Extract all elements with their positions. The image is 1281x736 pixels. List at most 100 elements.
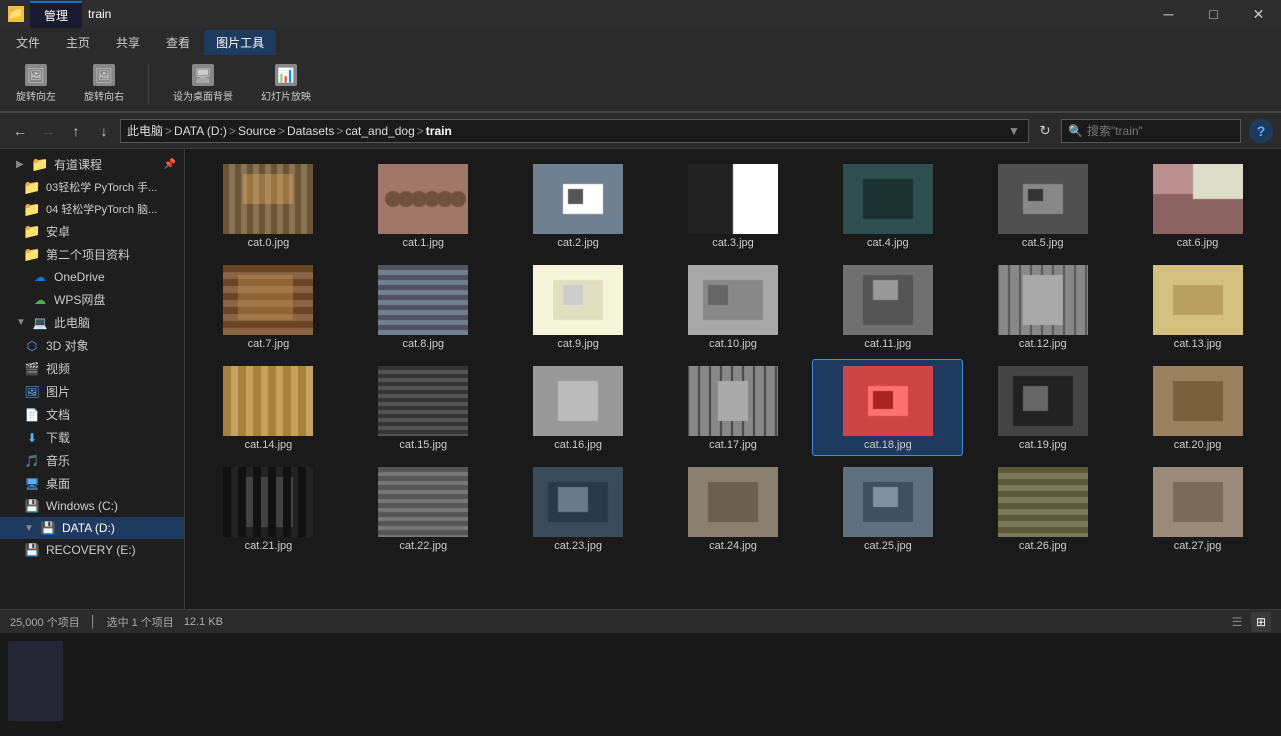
file-name-7: cat.7.jpg bbox=[198, 338, 339, 350]
file-item-1[interactable]: cat.1.jpg bbox=[348, 157, 499, 254]
file-item-6[interactable]: cat.6.jpg bbox=[1122, 157, 1273, 254]
file-thumb-16 bbox=[533, 366, 623, 436]
file-name-13: cat.13.jpg bbox=[1127, 338, 1268, 350]
file-item-26[interactable]: cat.26.jpg bbox=[967, 460, 1118, 557]
docs-icon: 📄 bbox=[24, 407, 40, 423]
file-thumb-6 bbox=[1153, 164, 1243, 234]
sidebar-item-android[interactable]: 📁 安卓 bbox=[0, 220, 184, 243]
title-bar: 📁 管理 train ─ □ ✕ bbox=[0, 0, 1281, 28]
sidebar-item-drive-c[interactable]: 💾 Windows (C:) bbox=[0, 495, 184, 517]
file-item-21[interactable]: cat.21.jpg bbox=[193, 460, 344, 557]
status-size: 12.1 KB bbox=[184, 616, 223, 628]
file-item-18[interactable]: cat.18.jpg bbox=[812, 359, 963, 456]
folder-icon: 📁 bbox=[32, 157, 48, 173]
file-item-7[interactable]: cat.7.jpg bbox=[193, 258, 344, 355]
file-item-11[interactable]: cat.11.jpg bbox=[812, 258, 963, 355]
file-name-3: cat.3.jpg bbox=[663, 237, 804, 249]
file-thumb-24 bbox=[688, 467, 778, 537]
file-item-10[interactable]: cat.10.jpg bbox=[658, 258, 809, 355]
file-thumb-7 bbox=[223, 265, 313, 335]
sidebar-item-3d[interactable]: ⬡ 3D 对象 bbox=[0, 334, 184, 357]
sidebar-item-thispc[interactable]: ▼ 💻 此电脑 bbox=[0, 311, 184, 334]
address-bar[interactable]: 此电脑 > DATA (D:) > Source > Datasets > ca… bbox=[120, 119, 1029, 143]
file-name-10: cat.10.jpg bbox=[663, 338, 804, 350]
file-item-16[interactable]: cat.16.jpg bbox=[503, 359, 654, 456]
file-item-25[interactable]: cat.25.jpg bbox=[812, 460, 963, 557]
help-button[interactable]: ? bbox=[1249, 119, 1273, 143]
sidebar-item-desktop[interactable]: 🖥 桌面 bbox=[0, 472, 184, 495]
forward-button[interactable]: → bbox=[36, 119, 60, 143]
file-item-23[interactable]: cat.23.jpg bbox=[503, 460, 654, 557]
sidebar-item-docs[interactable]: 📄 文档 bbox=[0, 403, 184, 426]
file-name-4: cat.4.jpg bbox=[817, 237, 958, 249]
back-button[interactable]: ← bbox=[8, 119, 32, 143]
wps-icon: ☁ bbox=[32, 292, 48, 308]
file-name-12: cat.12.jpg bbox=[972, 338, 1113, 350]
file-name-18: cat.18.jpg bbox=[817, 439, 958, 451]
file-name-5: cat.5.jpg bbox=[972, 237, 1113, 249]
file-name-17: cat.17.jpg bbox=[663, 439, 804, 451]
file-item-17[interactable]: cat.17.jpg bbox=[658, 359, 809, 456]
sidebar-item-drive-e[interactable]: 💾 RECOVERY (E:) bbox=[0, 539, 184, 561]
ribbon-btn-2[interactable]: 🖼 旋转向右 bbox=[76, 60, 132, 107]
up-button[interactable]: ↑ bbox=[64, 119, 88, 143]
sidebar-item-video[interactable]: 🎬 视频 bbox=[0, 357, 184, 380]
tab-picture-tools[interactable]: 图片工具 bbox=[204, 30, 276, 55]
tab-share[interactable]: 共享 bbox=[104, 30, 152, 55]
sidebar-item-wps[interactable]: ☁ WPS网盘 bbox=[0, 288, 184, 311]
file-name-15: cat.15.jpg bbox=[353, 439, 494, 451]
file-item-20[interactable]: cat.20.jpg bbox=[1122, 359, 1273, 456]
file-item-24[interactable]: cat.24.jpg bbox=[658, 460, 809, 557]
app-icon: 📁 bbox=[8, 6, 24, 22]
address-dropdown[interactable]: ▼ bbox=[1006, 123, 1022, 139]
file-item-12[interactable]: cat.12.jpg bbox=[967, 258, 1118, 355]
refresh-button[interactable]: ↻ bbox=[1033, 119, 1057, 143]
content-area: cat.0.jpgcat.1.jpgcat.2.jpg cat.3.jpg cat.… bbox=[185, 149, 1281, 609]
folder-icon: 📁 bbox=[24, 224, 40, 240]
close-button[interactable]: ✕ bbox=[1236, 0, 1281, 28]
ribbon-btn-4[interactable]: 📊 幻灯片放映 bbox=[253, 60, 319, 107]
file-item-15[interactable]: cat.15.jpg bbox=[348, 359, 499, 456]
sidebar-item-downloads[interactable]: ⬇ 下载 bbox=[0, 426, 184, 449]
file-thumb-8 bbox=[378, 265, 468, 335]
ribbon-btn-1[interactable]: 🖼 旋转向左 bbox=[8, 60, 64, 107]
tab-file[interactable]: 文件 bbox=[4, 30, 52, 55]
view-details-button[interactable]: ☰ bbox=[1227, 612, 1247, 632]
file-item-9[interactable]: cat.9.jpg bbox=[503, 258, 654, 355]
sidebar-item-project[interactable]: 📁 第二个项目资料 bbox=[0, 243, 184, 266]
file-item-14[interactable]: cat.14.jpg bbox=[193, 359, 344, 456]
sidebar-item-youdao[interactable]: ▶ 📁 有道课程 📌 bbox=[0, 153, 184, 176]
sidebar-item-onedrive[interactable]: ☁ OneDrive bbox=[0, 266, 184, 288]
sidebar-item-drive-d[interactable]: ▼ 💾 DATA (D:) bbox=[0, 517, 184, 539]
maximize-button[interactable]: □ bbox=[1191, 0, 1236, 28]
file-item-5[interactable]: cat.5.jpg bbox=[967, 157, 1118, 254]
tab-home[interactable]: 主页 bbox=[54, 30, 102, 55]
sidebar-item-images[interactable]: 🖼 图片 bbox=[0, 380, 184, 403]
file-thumb-14 bbox=[223, 366, 313, 436]
recent-button[interactable]: ↓ bbox=[92, 119, 116, 143]
file-item-19[interactable]: cat.19.jpg bbox=[967, 359, 1118, 456]
file-item-13[interactable]: cat.13.jpg bbox=[1122, 258, 1273, 355]
file-item-0[interactable]: cat.0.jpg bbox=[193, 157, 344, 254]
file-item-27[interactable]: cat.27.jpg bbox=[1122, 460, 1273, 557]
sidebar-item-pytorch1[interactable]: 📁 03轻松学 PyTorch 手... bbox=[0, 176, 184, 198]
sidebar-item-music[interactable]: 🎵 音乐 bbox=[0, 449, 184, 472]
search-bar[interactable]: 🔍 bbox=[1061, 119, 1241, 143]
search-input[interactable] bbox=[1087, 124, 1234, 138]
file-name-20: cat.20.jpg bbox=[1127, 439, 1268, 451]
minimize-button[interactable]: ─ bbox=[1146, 0, 1191, 28]
file-thumb-11 bbox=[843, 265, 933, 335]
view-grid-button[interactable]: ⊞ bbox=[1251, 612, 1271, 632]
file-item-8[interactable]: cat.8.jpg bbox=[348, 258, 499, 355]
ribbon-icon-2: 🖼 bbox=[93, 64, 115, 86]
file-item-4[interactable]: cat.4.jpg bbox=[812, 157, 963, 254]
file-item-2[interactable]: cat.2.jpg bbox=[503, 157, 654, 254]
file-name-9: cat.9.jpg bbox=[508, 338, 649, 350]
ribbon-btn-3[interactable]: 🖥 设为桌面背景 bbox=[165, 60, 241, 107]
tab-view[interactable]: 查看 bbox=[154, 30, 202, 55]
file-item-3[interactable]: cat.3.jpg bbox=[658, 157, 809, 254]
file-item-22[interactable]: cat.22.jpg bbox=[348, 460, 499, 557]
sidebar-item-pytorch2[interactable]: 📁 04 轻松学PyTorch 脑... bbox=[0, 198, 184, 220]
ribbon-icon-4: 📊 bbox=[275, 64, 297, 86]
drive-c-icon: 💾 bbox=[24, 498, 40, 514]
